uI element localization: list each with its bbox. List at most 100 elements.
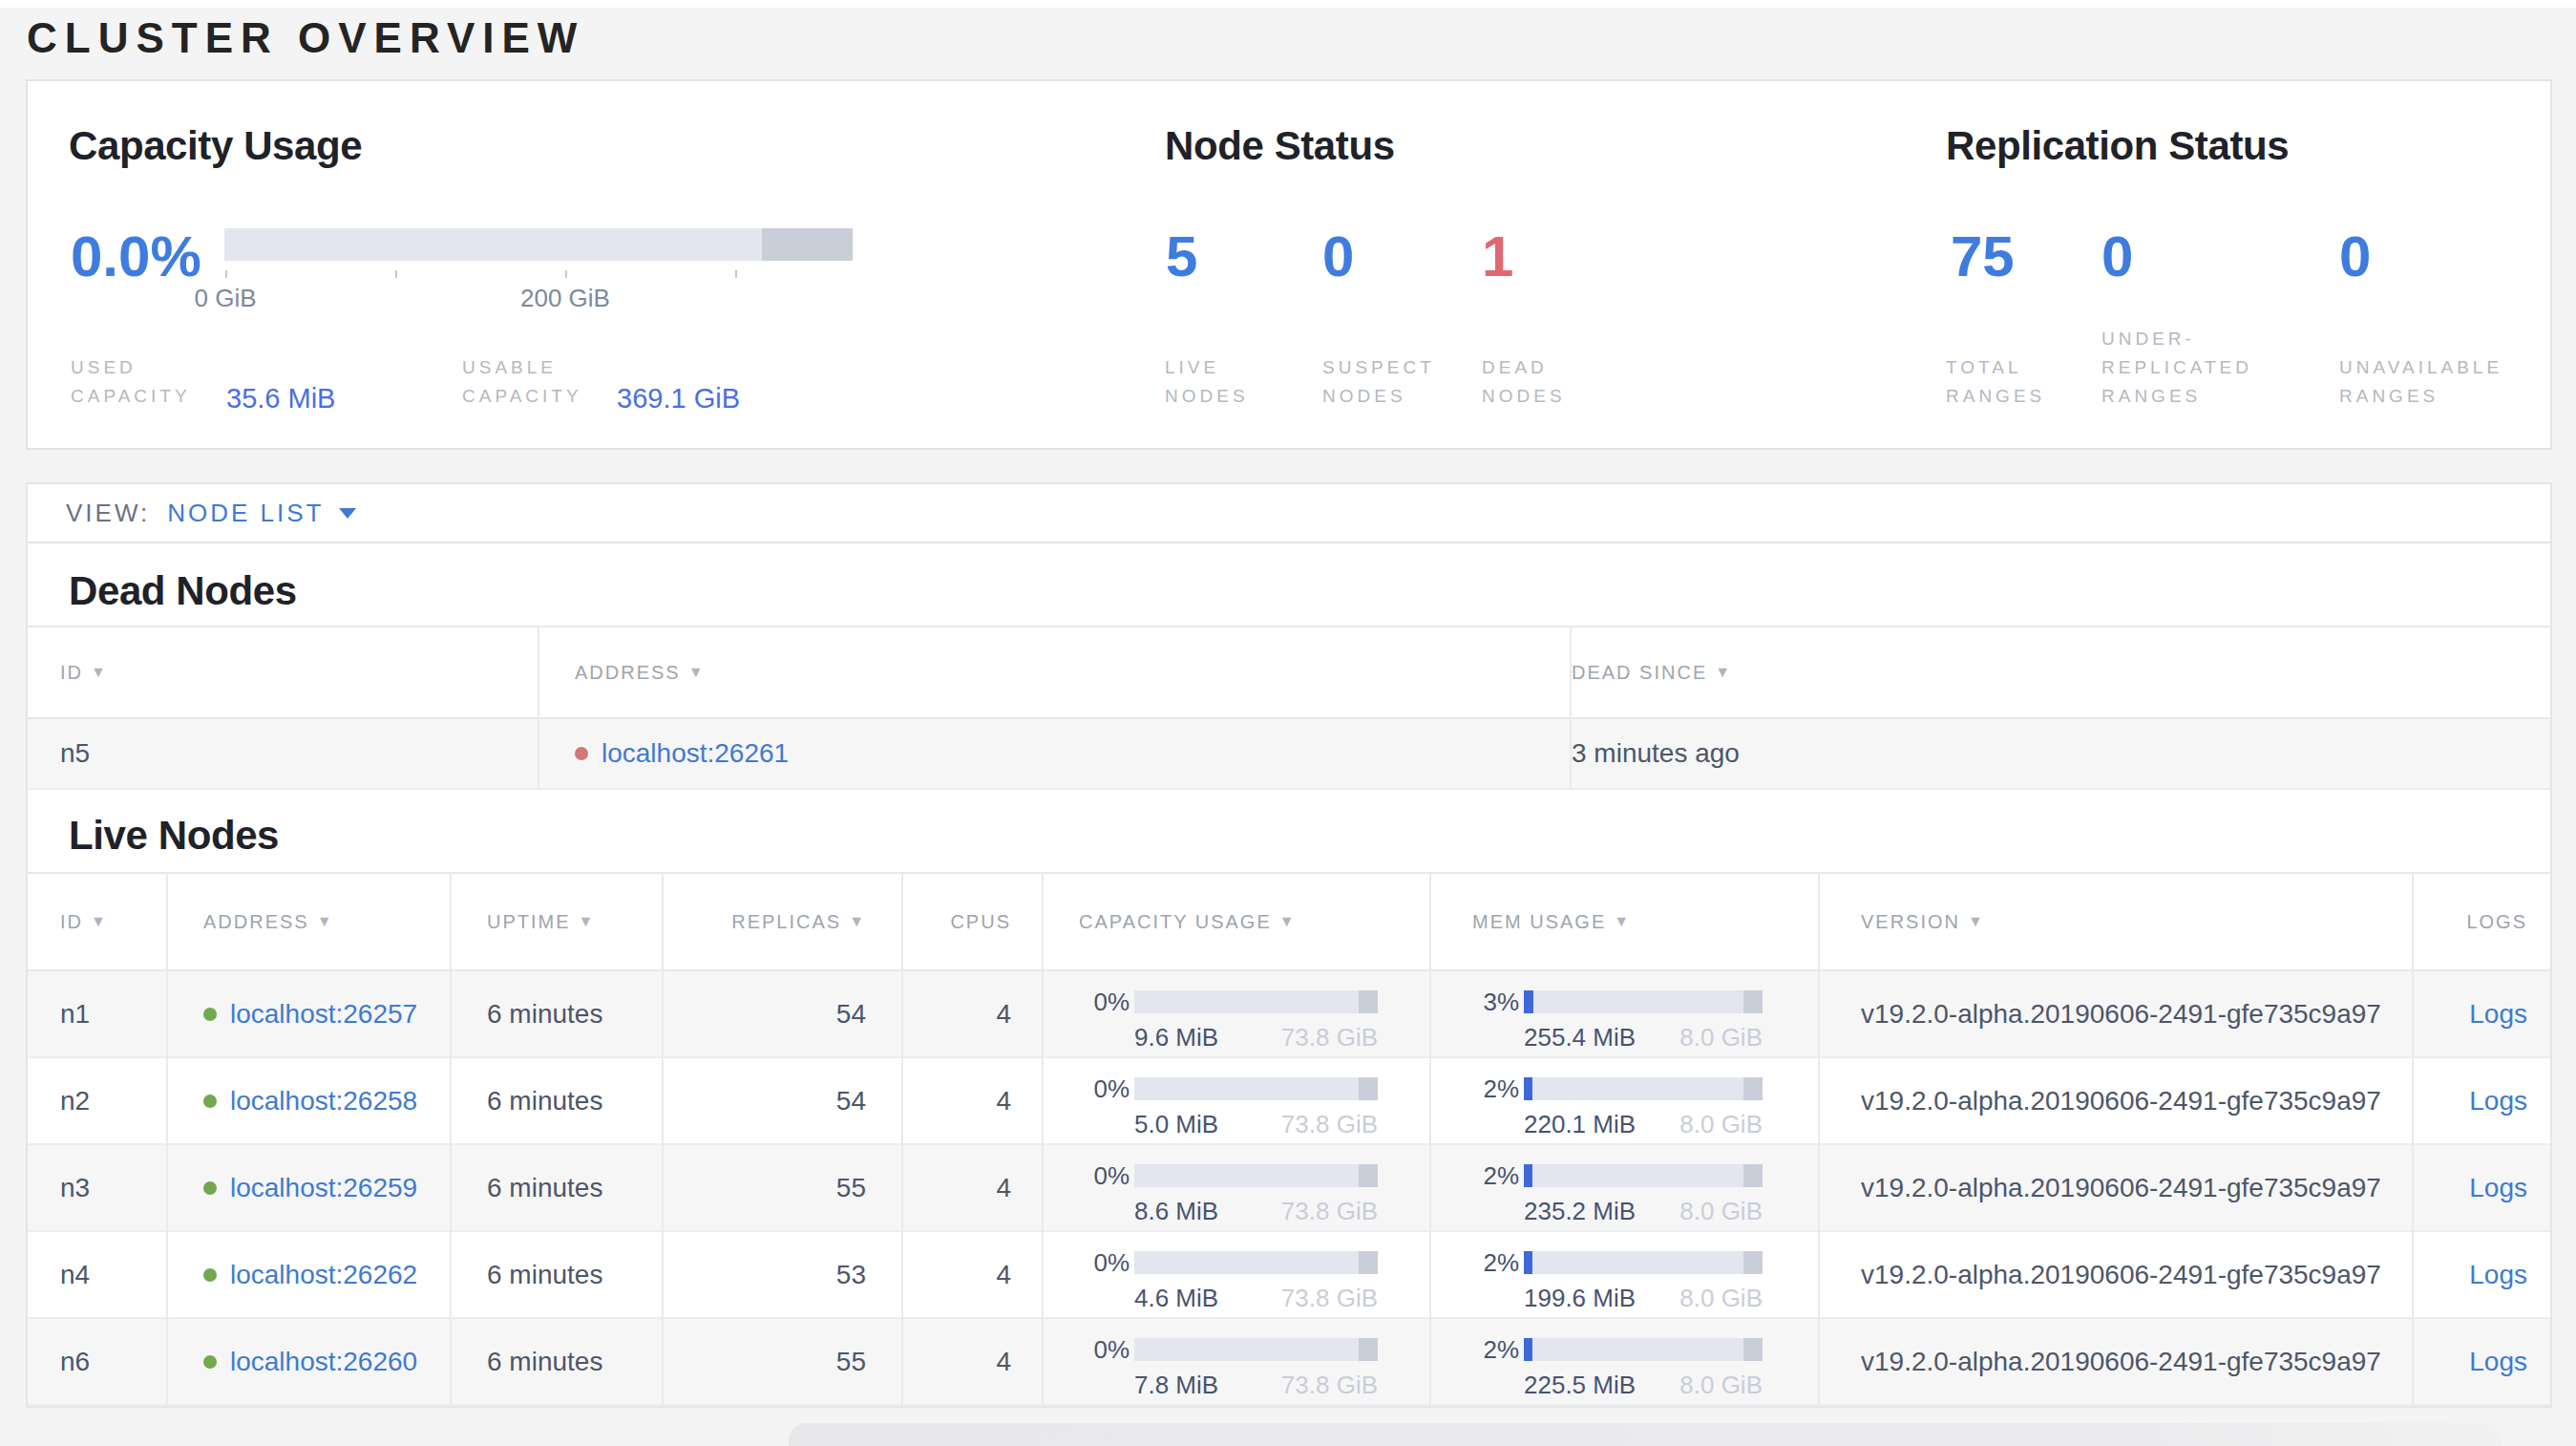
node-address-link[interactable]: localhost:26259 [230,1173,417,1202]
node-cpus: 4 [902,970,1043,1057]
node-version: v19.2.0-alpha.20190606-2491-gfe735c9a97 [1819,1144,2413,1231]
usage-bar [1524,1164,1763,1187]
chevron-down-icon[interactable] [339,508,356,519]
node-version: v19.2.0-alpha.20190606-2491-gfe735c9a97 [1819,970,2413,1057]
node-status-title: Node Status [1165,123,1395,169]
total-ranges-label: TOTAL RANGES [1946,353,2045,411]
column-header-dead-since[interactable]: DEAD SINCE▼ [1571,627,2550,718]
usage-bar-fill [1524,1338,1532,1361]
node-address-link[interactable]: localhost:26257 [230,999,417,1029]
dead-node-row: n5 localhost:26261 3 minutes ago [28,718,2550,789]
dead-nodes-title: Dead Nodes [28,543,2550,614]
node-cpus: 4 [902,1231,1043,1318]
usage-percent: 2% [1469,1074,1519,1104]
axis-label-0: 0 GiB [168,284,283,313]
node-logs-cell: Logs [2413,1318,2550,1405]
column-header-uptime[interactable]: UPTIME▼ [451,873,663,970]
logs-link[interactable]: Logs [2469,1173,2527,1202]
live-nodes-label: LIVE NODES [1165,353,1253,411]
suspect-nodes-count: 0 [1322,226,1354,287]
node-address-cell: localhost:26261 [538,718,1571,789]
node-uptime: 6 minutes [451,1057,663,1144]
capacity-gauge-endcap [762,228,853,261]
node-version: v19.2.0-alpha.20190606-2491-gfe735c9a97 [1819,1231,2413,1318]
mem-usage-cell: 3%255.4 MiB8.0 GiB [1430,970,1819,1057]
usage-used-value: 199.6 MiB [1524,1284,1636,1313]
unavailable-label: UNAVAILABLE RANGES [2339,353,2540,411]
dead-since: 3 minutes ago [1571,718,2550,789]
column-header-version[interactable]: VERSION▼ [1819,873,2413,970]
usage-total-value: 73.8 GiB [1281,1371,1378,1400]
logs-link[interactable]: Logs [2469,1086,2527,1116]
used-capacity-value: 35.6 MiB [226,383,335,415]
sort-desc-icon: ▼ [579,913,596,929]
sort-desc-icon: ▼ [1279,913,1297,929]
bottom-scroll-shadow [789,1423,2502,1446]
live-nodes-table: ID▼ADDRESS▼UPTIME▼REPLICAS▼CPUSCAPACITY … [28,872,2550,1406]
usage-bar [1134,1338,1378,1361]
live-nodes-count: 5 [1166,226,1197,287]
usage-percent: 0% [1080,1248,1130,1278]
dead-nodes-label: DEAD NODES [1482,353,1577,411]
column-header-capacity-usage[interactable]: CAPACITY USAGE▼ [1043,873,1430,970]
usage-total-value: 73.8 GiB [1281,1284,1378,1313]
usage-bar-endcap [1359,1338,1378,1361]
node-address-link[interactable]: localhost:26261 [602,738,789,768]
logs-link[interactable]: Logs [2469,1260,2527,1289]
usable-capacity-label: USABLECAPACITY [462,353,577,411]
usage-total-value: 73.8 GiB [1281,1023,1378,1053]
node-id: n3 [28,1144,167,1231]
usage-bar-fill [1524,1251,1532,1274]
live-node-row: n6localhost:262606 minutes5540%7.8 MiB73… [28,1318,2550,1405]
column-header-id[interactable]: ID▼ [28,627,538,718]
under-replicated-label: UNDER-REPLICATED RANGES [2101,325,2277,411]
node-id: n2 [28,1057,167,1144]
node-address-cell: localhost:26258 [167,1057,451,1144]
usage-total-value: 8.0 GiB [1679,1197,1763,1226]
sort-desc-icon: ▼ [849,913,866,929]
node-id: n4 [28,1231,167,1318]
usage-percent: 0% [1080,988,1130,1017]
column-header-address[interactable]: ADDRESS▼ [538,627,1571,718]
capacity-usage-cell: 0%7.8 MiB73.8 GiB [1043,1318,1430,1405]
node-cpus: 4 [902,1057,1043,1144]
column-header-replicas[interactable]: REPLICAS▼ [663,873,902,970]
node-address-link[interactable]: localhost:26262 [230,1260,417,1289]
usage-bar-endcap [1743,990,1763,1013]
logs-link[interactable]: Logs [2469,1347,2527,1376]
usage-bar-fill [1524,1164,1532,1187]
node-address-link[interactable]: localhost:26260 [230,1347,417,1376]
view-mode-dropdown[interactable]: NODE LIST [167,499,324,528]
usage-bar [1524,990,1763,1013]
column-header-address[interactable]: ADDRESS▼ [167,873,451,970]
usage-used-value: 235.2 MiB [1524,1197,1636,1226]
node-uptime: 6 minutes [451,970,663,1057]
capacity-usage-cell: 0%5.0 MiB73.8 GiB [1043,1057,1430,1144]
capacity-usage-title: Capacity Usage [69,123,362,169]
sort-desc-icon: ▼ [91,913,108,929]
usage-used-value: 255.4 MiB [1524,1023,1636,1053]
live-status-icon [203,1008,217,1021]
column-header-mem-usage[interactable]: MEM USAGE▼ [1430,873,1819,970]
usage-total-value: 8.0 GiB [1679,1110,1763,1139]
node-address-cell: localhost:26257 [167,970,451,1057]
node-address-cell: localhost:26259 [167,1144,451,1231]
live-node-row: n4localhost:262626 minutes5340%4.6 MiB73… [28,1231,2550,1318]
usage-bar-endcap [1743,1251,1763,1274]
replication-status-title: Replication Status [1946,123,2289,169]
node-address-link[interactable]: localhost:26258 [230,1086,417,1116]
capacity-usage-cell: 0%8.6 MiB73.8 GiB [1043,1144,1430,1231]
usage-bar-endcap [1359,1251,1378,1274]
logs-link[interactable]: Logs [2469,999,2527,1029]
usage-used-value: 9.6 MiB [1134,1023,1218,1053]
column-header-id[interactable]: ID▼ [28,873,167,970]
usage-bar-endcap [1359,1164,1378,1187]
dead-nodes-count: 1 [1482,226,1513,287]
usage-total-value: 73.8 GiB [1281,1110,1378,1139]
usage-bar [1134,1251,1378,1274]
live-node-row: n3localhost:262596 minutes5540%8.6 MiB73… [28,1144,2550,1231]
node-logs-cell: Logs [2413,970,2550,1057]
column-header-logs: LOGS [2413,873,2550,970]
node-id: n5 [28,718,538,789]
usage-percent: 3% [1469,988,1519,1017]
